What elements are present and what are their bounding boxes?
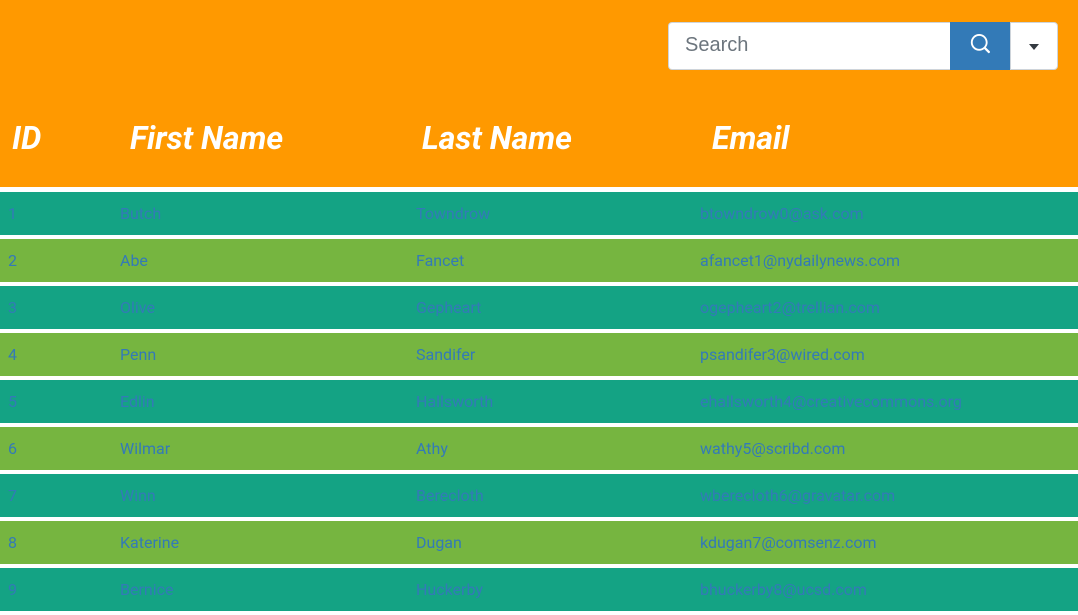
cell-id: 3 <box>0 286 112 333</box>
cell-first-name: Abe <box>112 239 410 286</box>
cell-email: wberecloth6@gravatar.com <box>700 474 1078 521</box>
dropdown-toggle[interactable] <box>1010 22 1058 70</box>
cell-last-name: Towndrow <box>410 192 700 239</box>
cell-first-name: Bernice <box>112 568 410 615</box>
cell-id: 2 <box>0 239 112 286</box>
cell-first-name: Wilmar <box>112 427 410 474</box>
cell-last-name: Hallsworth <box>410 380 700 427</box>
cell-email: afancet1@nydailynews.com <box>700 239 1078 286</box>
cell-email: wathy5@scribd.com <box>700 427 1078 474</box>
cell-id: 8 <box>0 521 112 568</box>
cell-last-name: Athy <box>410 427 700 474</box>
cell-id: 5 <box>0 380 112 427</box>
search-group <box>668 22 1058 70</box>
cell-first-name: Butch <box>112 192 410 239</box>
table-row: 7WinnBereclothwberecloth6@gravatar.com <box>0 474 1078 521</box>
search-input[interactable] <box>668 22 950 70</box>
cell-id: 9 <box>0 568 112 615</box>
cell-email: ogepheart2@trellian.com <box>700 286 1078 333</box>
cell-last-name: Sandifer <box>410 333 700 380</box>
cell-email: ehallsworth4@creativecommons.org <box>700 380 1078 427</box>
cell-last-name: Dugan <box>410 521 700 568</box>
cell-first-name: Edlin <box>112 380 410 427</box>
cell-last-name: Gepheart <box>410 286 700 333</box>
table-row: 8KaterineDugankdugan7@comsenz.com <box>0 521 1078 568</box>
table-header-row: ID First Name Last Name Email <box>0 91 1078 192</box>
table-row: 3OliveGepheartogepheart2@trellian.com <box>0 286 1078 333</box>
column-header-last-name[interactable]: Last Name <box>410 91 700 192</box>
table-row: 4PennSandiferpsandifer3@wired.com <box>0 333 1078 380</box>
table-row: 1ButchTowndrowbtowndrow0@ask.com <box>0 192 1078 239</box>
cell-last-name: Berecloth <box>410 474 700 521</box>
cell-id: 1 <box>0 192 112 239</box>
cell-email: kdugan7@comsenz.com <box>700 521 1078 568</box>
column-header-id[interactable]: ID <box>0 91 112 192</box>
table-row: 5EdlinHallsworthehallsworth4@creativecom… <box>0 380 1078 427</box>
cell-last-name: Fancet <box>410 239 700 286</box>
search-button[interactable] <box>950 22 1010 70</box>
column-header-email[interactable]: Email <box>700 91 1078 192</box>
cell-id: 6 <box>0 427 112 474</box>
cell-email: bhuckerby8@ucsd.com <box>700 568 1078 615</box>
cell-first-name: Penn <box>112 333 410 380</box>
table-row: 9BerniceHuckerbybhuckerby8@ucsd.com <box>0 568 1078 615</box>
caret-down-icon <box>1029 38 1039 53</box>
cell-first-name: Winn <box>112 474 410 521</box>
top-bar <box>0 0 1078 91</box>
cell-last-name: Huckerby <box>410 568 700 615</box>
cell-email: btowndrow0@ask.com <box>700 192 1078 239</box>
cell-first-name: Katerine <box>112 521 410 568</box>
cell-id: 4 <box>0 333 112 380</box>
cell-email: psandifer3@wired.com <box>700 333 1078 380</box>
cell-first-name: Olive <box>112 286 410 333</box>
table-row: 6WilmarAthywathy5@scribd.com <box>0 427 1078 474</box>
column-header-first-name[interactable]: First Name <box>112 91 410 192</box>
table-row: 2AbeFancetafancet1@nydailynews.com <box>0 239 1078 286</box>
cell-id: 7 <box>0 474 112 521</box>
search-icon <box>970 34 990 57</box>
data-table: ID First Name Last Name Email 1ButchTown… <box>0 91 1078 615</box>
